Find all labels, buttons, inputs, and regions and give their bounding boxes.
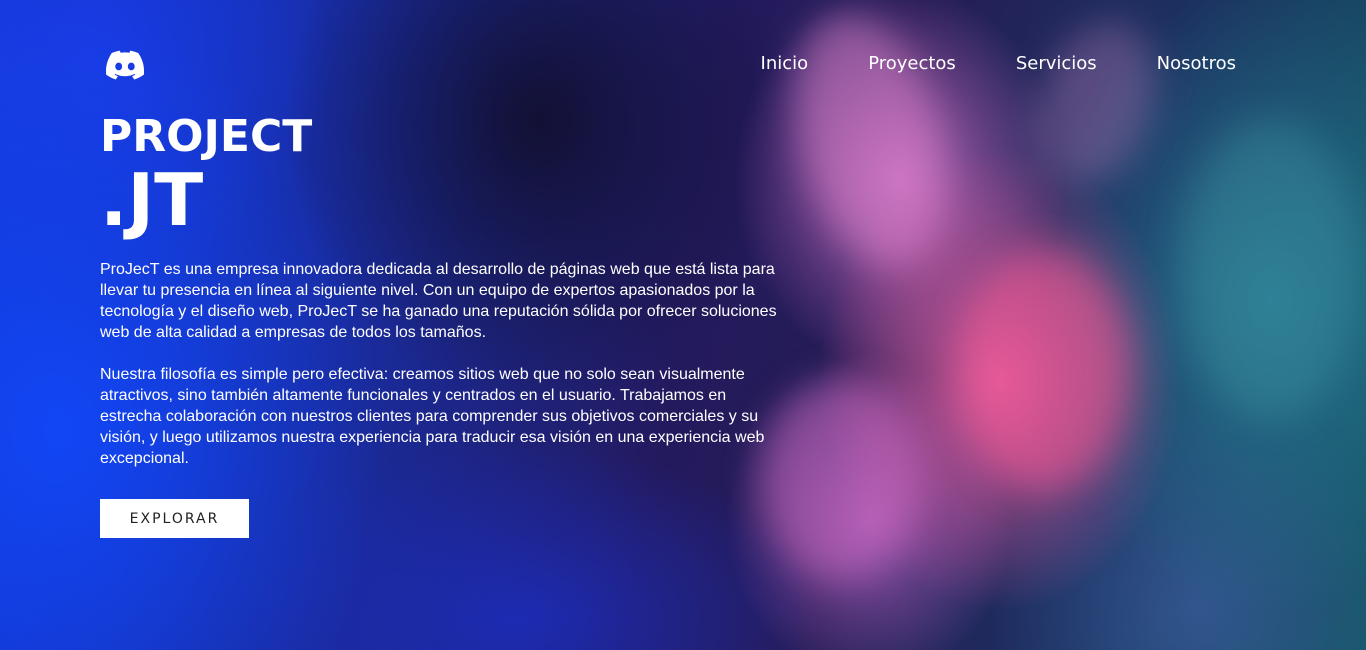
hero-paragraph-2: Nuestra filosofía es simple pero efectiv… (100, 366, 765, 467)
smoke-wisp (1014, 6, 1176, 204)
hero-paragraph-1: ProJecT es una empresa innovadora dedica… (100, 261, 777, 341)
main-nav: Inicio Proyectos Servicios Nosotros (761, 52, 1236, 76)
nav-link-nosotros[interactable]: Nosotros (1157, 52, 1236, 76)
smoke-wisp (1180, 120, 1360, 420)
hero-section: Inicio Proyectos Servicios Nosotros PROJ… (0, 0, 1366, 650)
discord-icon[interactable] (106, 50, 144, 80)
hero-description: ProJecT es una empresa innovadora dedica… (100, 259, 790, 490)
smoke-wisp (768, 0, 972, 284)
explore-button[interactable]: EXPLORAR (100, 499, 249, 538)
hero-title-line1: PROJECT (100, 111, 313, 162)
nav-link-proyectos[interactable]: Proyectos (868, 52, 956, 76)
nav-link-servicios[interactable]: Servicios (1016, 52, 1097, 76)
smoke-wisp (960, 250, 1130, 490)
nav-link-inicio[interactable]: Inicio (761, 52, 809, 76)
hero-title-line2: .JT (100, 158, 204, 242)
